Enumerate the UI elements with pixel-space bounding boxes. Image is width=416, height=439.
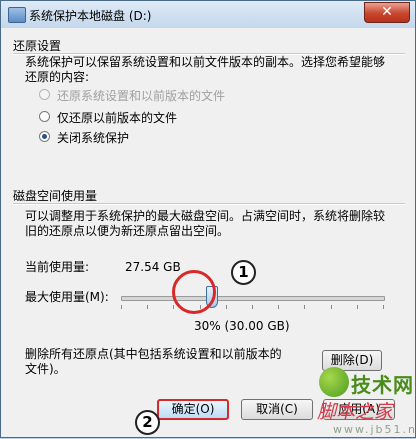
- slider-tick: [331, 305, 332, 309]
- slider-tick: [357, 305, 358, 309]
- radio-label: 仅还原以前版本的文件: [57, 111, 178, 125]
- radio-label: 关闭系统保护: [57, 131, 130, 145]
- radio-button[interactable]: [39, 89, 50, 100]
- radio-label: 还原系统设置和以前版本的文件: [57, 89, 226, 103]
- restore-description-line-2: 还原的内容:: [25, 70, 90, 84]
- watermark: 技术网 脚本之家 www.jb51.net: [317, 367, 416, 439]
- annotation-marker-2: 2: [135, 410, 160, 435]
- slider-value-text: 30% (30.00 GB): [194, 319, 290, 333]
- system-protection-dialog: 系统保护本地磁盘 (D:) ✕ 还原设置 系统保护可以保留系统设置和以前文件版本…: [0, 0, 416, 438]
- radio-button[interactable]: [39, 111, 50, 122]
- window-title: 系统保护本地磁盘 (D:): [29, 9, 152, 23]
- delete-description-line-2: 文件)。: [25, 362, 66, 376]
- slider-tick: [121, 305, 122, 309]
- current-usage-label: 当前使用量:: [25, 260, 90, 274]
- cancel-button[interactable]: 取消(C): [241, 399, 313, 420]
- slider-tick: [383, 305, 384, 309]
- annotation-marker-1: 1: [231, 260, 256, 285]
- slider-tick: [278, 305, 279, 309]
- ok-button[interactable]: 确定(O): [157, 399, 229, 420]
- slider-tick: [252, 305, 253, 309]
- slider-tick: [304, 305, 305, 309]
- title-bar: 系统保护本地磁盘 (D:) ✕: [1, 1, 415, 28]
- watermark-text-2: 脚本之家: [317, 401, 394, 423]
- current-usage-value: 27.54 GB: [125, 260, 181, 274]
- restore-description-line-1: 系统保护可以保留系统设置和以前文件版本的副本。选择您希望能够: [25, 55, 386, 69]
- disk-description-line-1: 可以调整用于系统保护的最大磁盘空间。占满空间时，系统将删除较: [25, 209, 386, 223]
- close-button[interactable]: ✕: [364, 2, 410, 23]
- slider-tick: [226, 305, 227, 309]
- restore-settings-label: 还原设置: [13, 39, 62, 53]
- annotation-circle: [172, 270, 216, 314]
- slider-ticks: [121, 305, 384, 309]
- watermark-logo-icon: [319, 367, 349, 397]
- disk-description-line-2: 旧的还原点以便为新还原点留出空间。: [25, 224, 230, 238]
- disk-usage-divider: [13, 203, 405, 205]
- radio-button[interactable]: [39, 131, 50, 142]
- slider-track[interactable]: [121, 296, 385, 301]
- drive-icon: [8, 7, 26, 23]
- slider-tick: [147, 305, 148, 309]
- slider-tick: [173, 305, 174, 309]
- delete-description-line-1: 删除所有还原点(其中包括系统设置和以前版本的: [25, 347, 282, 361]
- disk-usage-label: 磁盘空间使用量: [13, 189, 98, 203]
- max-usage-label: 最大使用量(M):: [25, 290, 109, 304]
- watermark-text-1: 技术网: [351, 373, 414, 397]
- watermark-text-3: www.jb51.net: [333, 423, 416, 436]
